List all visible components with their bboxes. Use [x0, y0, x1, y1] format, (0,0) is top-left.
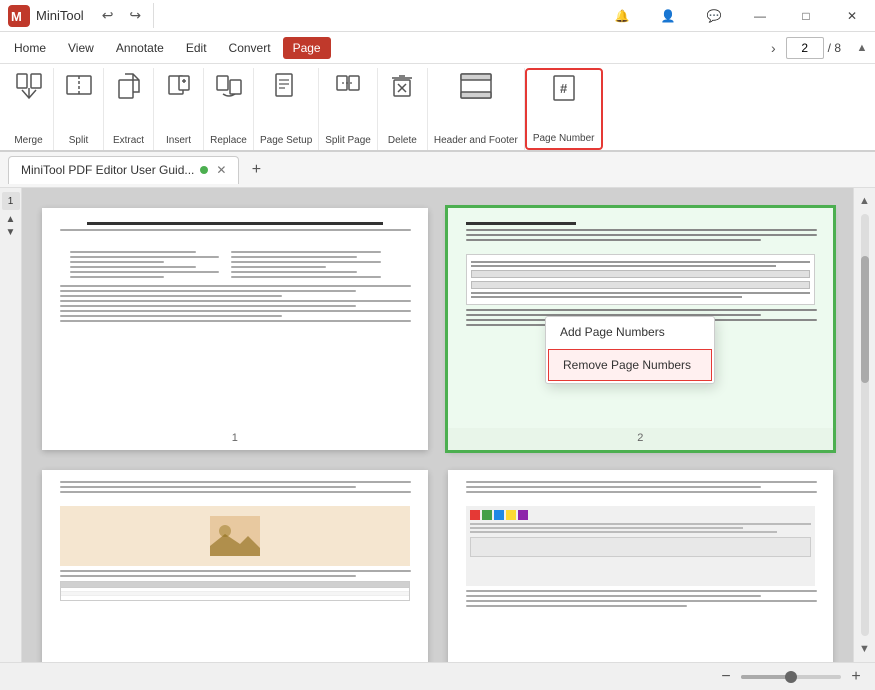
svg-text:#: #: [560, 81, 568, 96]
ribbon-page-setup[interactable]: Page Setup: [254, 68, 319, 150]
scroll-up-btn[interactable]: ▲: [856, 192, 874, 210]
tabs-bar: MiniTool PDF Editor User Guid... ✕ +: [0, 152, 875, 188]
menu-right: › / 8 ▲: [765, 36, 871, 60]
account-icon-btn[interactable]: 👤: [645, 0, 691, 32]
merge-icon: [15, 72, 43, 100]
page-number-2: 2: [637, 428, 643, 450]
ribbon-delete[interactable]: Delete: [378, 68, 428, 150]
menu-annotate[interactable]: Annotate: [106, 37, 174, 59]
main-wrapper: 1 ▲ ▼: [0, 188, 875, 662]
chat-icon-btn[interactable]: 💬: [691, 0, 737, 32]
sidebar-down-btn[interactable]: ▼: [6, 227, 16, 238]
add-tab-button[interactable]: +: [243, 157, 269, 183]
menu-bar: Home View Annotate Edit Convert Page › /…: [0, 32, 875, 64]
page-inner-1: [42, 208, 428, 428]
zoom-slider-fill: [741, 675, 791, 679]
notification-icon-btn[interactable]: 🔔: [599, 0, 645, 32]
left-sidebar-page-num: 1: [2, 192, 20, 210]
title-bar: M MiniTool ↩ ↪ 🔔 👤 💬 — □ ✕: [0, 0, 875, 32]
maximize-button[interactable]: □: [783, 0, 829, 32]
page-number-input[interactable]: [786, 37, 824, 59]
delete-icon: [388, 72, 416, 100]
app-name: MiniTool: [36, 8, 84, 23]
menu-edit[interactable]: Edit: [176, 37, 217, 59]
redo-button[interactable]: ↪: [123, 3, 147, 28]
zoom-slider-thumb[interactable]: [785, 671, 797, 683]
split-page-label: Split Page: [325, 135, 371, 150]
tab-close-btn[interactable]: ✕: [216, 163, 226, 177]
menu-page[interactable]: Page: [283, 37, 331, 59]
window-controls: 🔔 👤 💬 — □ ✕: [599, 0, 875, 32]
delete-label: Delete: [388, 135, 417, 150]
page-number-1: 1: [232, 428, 238, 450]
ribbon-extract[interactable]: Extract: [104, 68, 154, 150]
page-total-label: / 8: [828, 41, 841, 55]
ribbon-page-number[interactable]: # Page Number: [525, 68, 603, 150]
menu-convert[interactable]: Convert: [219, 37, 281, 59]
ribbon-header-footer[interactable]: Header and Footer: [428, 68, 525, 150]
menu-view[interactable]: View: [58, 37, 104, 59]
ribbon-split-page[interactable]: Split Page: [319, 68, 378, 150]
split-page-icon: [334, 72, 362, 100]
left-sidebar: 1 ▲ ▼: [0, 188, 22, 662]
page-setup-label: Page Setup: [260, 135, 312, 150]
add-page-numbers-item[interactable]: Add Page Numbers: [546, 317, 714, 347]
zoom-controls: − +: [715, 666, 867, 688]
replace-label: Replace: [210, 135, 247, 150]
split-label: Split: [69, 135, 88, 150]
ribbon-insert[interactable]: Insert: [154, 68, 204, 150]
header-footer-label: Header and Footer: [434, 135, 518, 150]
ribbon-split[interactable]: Split: [54, 68, 104, 150]
page-input-area: / 8: [786, 37, 849, 59]
page-card-3[interactable]: 3: [42, 470, 428, 662]
page-card-1[interactable]: 1: [42, 208, 428, 450]
ribbon: Merge Split Extract Insert Replace Page …: [0, 64, 875, 152]
menu-items: Home View Annotate Edit Convert Page: [4, 37, 331, 59]
replace-icon: [215, 72, 243, 100]
more-menu-btn[interactable]: ›: [765, 36, 782, 60]
page-inner-4: [448, 470, 834, 662]
ribbon-merge[interactable]: Merge: [4, 68, 54, 150]
header-footer-icon: [459, 72, 493, 100]
close-button[interactable]: ✕: [829, 0, 875, 32]
page-inner-3: [42, 470, 428, 662]
app-logo: M: [8, 5, 30, 27]
insert-label: Insert: [166, 135, 191, 150]
scroll-down-btn[interactable]: ▼: [856, 640, 874, 658]
sidebar-up-btn[interactable]: ▲: [6, 214, 16, 225]
menu-home[interactable]: Home: [4, 37, 56, 59]
canvas-area: 1: [22, 188, 853, 662]
insert-icon: [165, 72, 193, 100]
undo-redo-group: ↩ ↪: [96, 3, 154, 28]
right-sidebar: ▲ ▼: [853, 188, 875, 662]
bottom-bar: − +: [0, 662, 875, 690]
undo-button[interactable]: ↩: [96, 3, 120, 28]
page-number-icon: #: [550, 74, 578, 102]
extract-icon: [115, 72, 143, 100]
svg-text:M: M: [11, 9, 22, 24]
remove-page-numbers-item[interactable]: Remove Page Numbers: [548, 349, 712, 381]
tab-modified-dot: [200, 166, 208, 174]
page-nav-up-btn[interactable]: ▲: [853, 39, 871, 57]
split-icon: [65, 72, 93, 100]
zoom-out-btn[interactable]: −: [715, 666, 737, 688]
minimize-button[interactable]: —: [737, 0, 783, 32]
ribbon-replace[interactable]: Replace: [204, 68, 254, 150]
zoom-in-btn[interactable]: +: [845, 666, 867, 688]
scrollbar-thumb[interactable]: [861, 256, 869, 383]
page-card-4[interactable]: 4: [448, 470, 834, 662]
merge-label: Merge: [14, 135, 42, 150]
page-number-label: Page Number: [533, 133, 595, 148]
page-number-dropdown: Add Page Numbers Remove Page Numbers: [545, 316, 715, 384]
page-setup-icon: [272, 72, 300, 100]
zoom-slider[interactable]: [741, 675, 841, 679]
extract-label: Extract: [113, 135, 144, 150]
main-tab[interactable]: MiniTool PDF Editor User Guid... ✕: [8, 156, 239, 184]
tab-label: MiniTool PDF Editor User Guid...: [21, 163, 194, 177]
